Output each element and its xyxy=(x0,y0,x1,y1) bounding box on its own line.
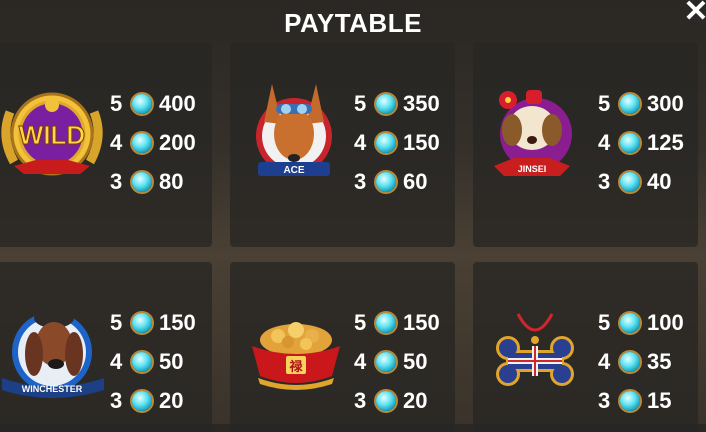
pay-count: 5 xyxy=(598,90,611,116)
close-icon[interactable]: ✕ xyxy=(682,0,706,27)
pay-count: 4 xyxy=(110,129,123,155)
pay-count: 4 xyxy=(354,129,367,155)
pay-value: 20 xyxy=(159,387,184,413)
pay-value: 50 xyxy=(403,348,428,374)
pay-value: 40 xyxy=(647,168,672,194)
bowl-emblem-text: 禄 xyxy=(289,359,303,375)
winchester-dog-icon: WINCHESTER xyxy=(0,296,106,400)
pay-value: 50 xyxy=(159,348,184,374)
bone-icon xyxy=(490,306,580,394)
pay-row: 5 400 xyxy=(110,84,196,123)
wild-medallion-icon: WILD xyxy=(0,82,104,182)
pay-count: 3 xyxy=(354,168,367,194)
pay-value: 100 xyxy=(647,309,684,335)
gem-icon xyxy=(376,132,396,153)
pay-row: 5 150 xyxy=(354,303,440,342)
pay-list-ace: 5 350 4 150 3 60 xyxy=(354,84,440,201)
gem-icon xyxy=(132,312,152,333)
pay-row: 5 150 xyxy=(110,303,196,342)
gem-icon xyxy=(376,351,396,372)
jinsei-dog-icon: JINSEI xyxy=(484,82,580,182)
pay-list-wild: 5 400 4 200 3 80 xyxy=(110,84,196,201)
pay-count: 4 xyxy=(110,348,123,374)
gem-icon xyxy=(620,132,640,153)
pay-list-winchester: 5 150 4 50 3 20 xyxy=(110,303,196,420)
gem-icon xyxy=(132,351,152,372)
pay-value: 80 xyxy=(159,168,184,194)
gem-icon xyxy=(376,93,396,114)
pay-value: 400 xyxy=(159,90,196,116)
pay-value: 150 xyxy=(403,129,440,155)
pay-count: 5 xyxy=(110,90,123,116)
pay-row: 4 200 xyxy=(110,123,196,162)
winchester-banner-label: WINCHESTER xyxy=(22,384,83,394)
pay-count: 3 xyxy=(110,387,123,413)
pay-value: 20 xyxy=(403,387,428,413)
pay-count: 5 xyxy=(354,90,367,116)
svg-text:WILD: WILD xyxy=(19,120,85,150)
pay-count: 5 xyxy=(110,309,123,335)
pay-count: 3 xyxy=(598,168,611,194)
pay-count: 4 xyxy=(354,348,367,374)
pay-value: 200 xyxy=(159,129,196,155)
gem-icon xyxy=(620,351,640,372)
pay-value: 15 xyxy=(647,387,672,413)
pay-row: 4 35 xyxy=(598,342,684,381)
pay-value: 350 xyxy=(403,90,440,116)
pay-row: 5 100 xyxy=(598,303,684,342)
pay-value: 150 xyxy=(159,309,196,335)
pay-count: 4 xyxy=(598,129,611,155)
paytable-title: PAYTABLE xyxy=(284,8,422,38)
pay-value: 125 xyxy=(647,129,684,155)
pay-count: 5 xyxy=(354,309,367,335)
pay-count: 3 xyxy=(598,387,611,413)
gem-icon xyxy=(620,390,640,411)
pay-row: 3 20 xyxy=(110,381,196,420)
gem-icon xyxy=(620,93,640,114)
ace-banner-label: ACE xyxy=(283,165,304,176)
pay-row: 3 15 xyxy=(598,381,684,420)
pay-row: 4 50 xyxy=(354,342,440,381)
pay-list-bone: 5 100 4 35 3 15 xyxy=(598,303,684,420)
gem-icon xyxy=(132,390,152,411)
pay-value: 60 xyxy=(403,168,428,194)
gem-icon xyxy=(376,390,396,411)
gem-icon xyxy=(132,171,152,192)
pay-count: 3 xyxy=(354,387,367,413)
gem-icon xyxy=(376,312,396,333)
pay-row: 3 40 xyxy=(598,162,684,201)
gem-icon xyxy=(132,132,152,153)
pay-value: 150 xyxy=(403,309,440,335)
gem-icon xyxy=(132,93,152,114)
gem-icon xyxy=(376,171,396,192)
pay-value: 35 xyxy=(647,348,672,374)
pay-row: 4 150 xyxy=(354,123,440,162)
gem-icon xyxy=(620,312,640,333)
gem-icon xyxy=(620,171,640,192)
pay-row: 3 80 xyxy=(110,162,196,201)
pay-list-jinsei: 5 300 4 125 3 40 xyxy=(598,84,684,201)
pay-value: 300 xyxy=(647,90,684,116)
pay-row: 5 300 xyxy=(598,84,684,123)
pay-row: 5 350 xyxy=(354,84,440,123)
pay-list-bowl: 5 150 4 50 3 20 xyxy=(354,303,440,420)
pay-row: 4 50 xyxy=(110,342,196,381)
ace-dog-icon: ACE xyxy=(244,74,344,184)
pay-count: 5 xyxy=(598,309,611,335)
pay-row: 3 20 xyxy=(354,381,440,420)
pay-row: 4 125 xyxy=(598,123,684,162)
pay-count: 3 xyxy=(110,168,123,194)
jinsei-banner-label: JINSEI xyxy=(518,164,547,174)
food-bowl-icon: 禄 xyxy=(248,318,344,392)
pay-count: 4 xyxy=(598,348,611,374)
pay-row: 3 60 xyxy=(354,162,440,201)
